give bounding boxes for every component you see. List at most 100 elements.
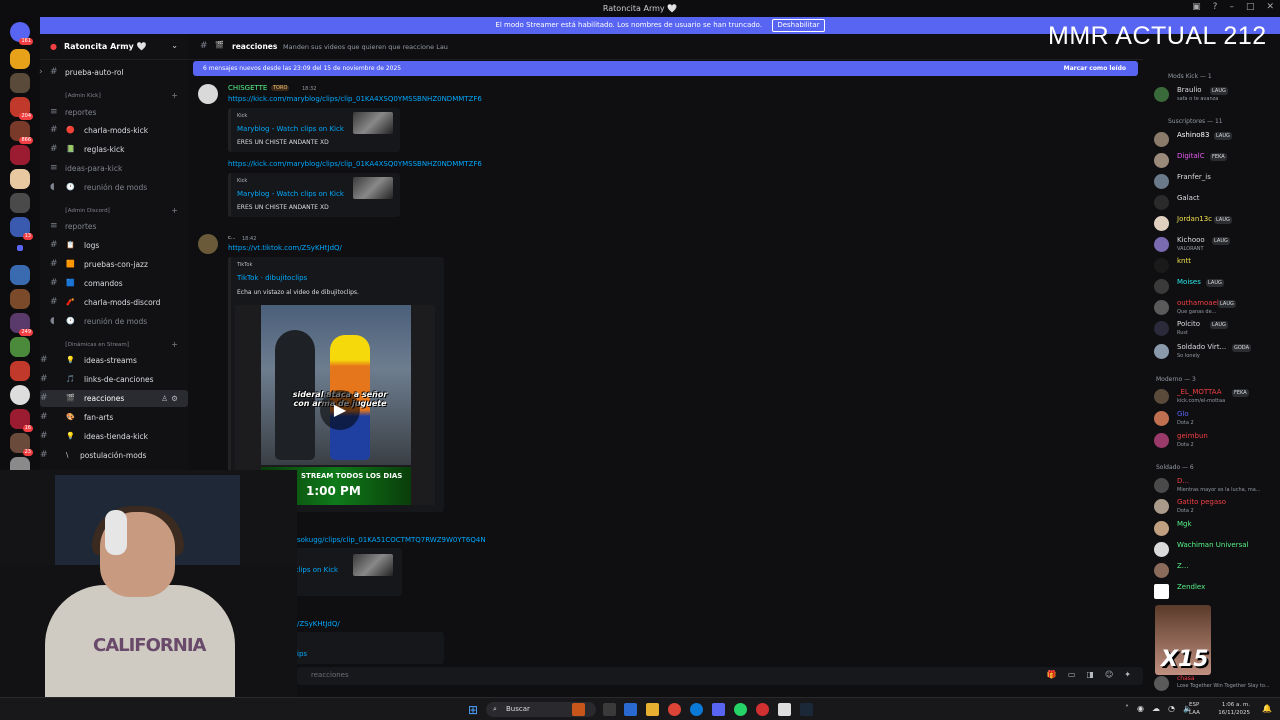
channel-postulacion-mods[interactable]: # \ postulación-mods — [40, 447, 188, 464]
member[interactable]: Mgk — [1154, 519, 1278, 539]
channel-reportes[interactable]: ≡ reportes — [40, 104, 188, 121]
copilot-icon[interactable] — [624, 703, 637, 716]
member[interactable]: D... Mientras mayor es la lucha, ma... — [1154, 476, 1278, 496]
channel-links-de-canciones[interactable]: # 🎵 links-de-canciones — [40, 371, 188, 388]
chrome-icon[interactable] — [668, 703, 681, 716]
add-channel-icon[interactable]: + — [171, 90, 178, 102]
server-icon[interactable] — [10, 361, 30, 381]
taskbar-app-icon[interactable] — [572, 703, 585, 716]
close-icon[interactable]: ✕ — [1266, 2, 1274, 12]
task-view-icon[interactable] — [603, 703, 616, 716]
whatsapp-icon[interactable] — [734, 703, 747, 716]
help-icon[interactable]: ? — [1213, 2, 1218, 12]
channel-charla-mods-discord[interactable]: # 🧨 charla-mods-discord — [40, 294, 188, 311]
category-dinamicas[interactable]: ⟦Dinámicas en Stream⟧ + — [40, 339, 188, 351]
server-icon[interactable]: 866 — [10, 121, 33, 144]
embed-title[interactable]: ips — [297, 650, 307, 658]
obs-icon[interactable] — [756, 703, 769, 716]
avatar[interactable] — [198, 234, 218, 254]
embed-thumbnail[interactable] — [353, 554, 393, 576]
member[interactable]: Moises LAUG — [1154, 277, 1278, 297]
maximize-icon[interactable]: □ — [1246, 2, 1255, 12]
channel-reglas-kick[interactable]: # 📗 reglas-kick — [40, 141, 188, 158]
message-link[interactable]: https://kick.com/maryblog/clips/clip_01K… — [228, 160, 482, 168]
server-icon[interactable] — [10, 265, 30, 285]
steam-icon[interactable] — [800, 703, 813, 716]
server-icon[interactable]: 249 — [10, 313, 33, 336]
server-icon[interactable]: 16 — [10, 409, 33, 432]
embed-thumbnail[interactable] — [353, 177, 393, 199]
server-icon[interactable] — [10, 49, 30, 69]
member[interactable]: Z... — [1154, 561, 1278, 581]
server-icon[interactable] — [10, 385, 30, 405]
server-icon[interactable] — [10, 193, 30, 213]
channel-ideas-para-kick[interactable]: ≡ ideas-para-kick — [40, 160, 188, 177]
channel-pruebas-con-jazz[interactable]: # 🟧 pruebas-con-jazz — [40, 256, 188, 273]
apps-icon[interactable]: ✦ — [1124, 670, 1131, 679]
sticker-icon[interactable]: ◨ — [1086, 670, 1094, 679]
server-icon[interactable] — [10, 73, 30, 93]
network-icon[interactable]: ◉ — [1137, 704, 1144, 713]
cloud-icon[interactable]: ☁ — [1152, 704, 1160, 713]
member[interactable]: chasa Lose Together Win Together Slay to.… — [1154, 674, 1278, 694]
embed-title[interactable]: Maryblog - Watch clips on Kick — [237, 190, 344, 198]
channel-fan-arts[interactable]: # 🎨 fan-arts — [40, 409, 188, 426]
play-icon[interactable]: ▶ — [320, 390, 360, 430]
member[interactable]: Ashino83 LAUG — [1154, 130, 1278, 150]
member[interactable]: Soldado Virt... GODA So lonely — [1154, 342, 1278, 362]
member[interactable]: Zendlex — [1154, 582, 1278, 602]
discord-home-icon[interactable]: 161 — [10, 22, 33, 45]
clock[interactable]: 1:06 a. m. 16/11/2025 — [1218, 701, 1250, 717]
category-admin-kick[interactable]: ⟦Admin Kick⟧ + — [40, 90, 188, 102]
wifi-icon[interactable]: ◔ — [1168, 704, 1175, 713]
member[interactable]: outhamoael LAUG Que ganas de... — [1154, 298, 1278, 318]
channel-reacciones[interactable]: # 🎬 reacciones ⚙ ♙ — [40, 390, 188, 407]
channel-reunion-de-mods-2[interactable]: ◖ 🕐 reunión de mods — [40, 313, 188, 330]
edge-icon[interactable] — [690, 703, 703, 716]
server-icon[interactable] — [10, 337, 30, 357]
channel-reportes-discord[interactable]: ≡ reportes — [40, 218, 188, 235]
message-link[interactable]: https://vt.tiktok.com/ZSyKHtJdQ/ — [228, 244, 342, 252]
username[interactable]: CHISGETTE — [228, 84, 267, 92]
member[interactable]: DigitalC FEKA — [1154, 151, 1278, 171]
member[interactable]: Galact — [1154, 193, 1278, 213]
category-admin-discord[interactable]: ⟦Admin Discord⟧ + — [40, 205, 188, 217]
channel-prueba-auto-rol[interactable]: › # prueba-auto-rol — [39, 64, 188, 81]
member[interactable]: Polcito LAUG Rust — [1154, 319, 1278, 339]
channel-charla-mods-kick[interactable]: # 🔴 charla-mods-kick — [40, 122, 188, 139]
server-icon[interactable]: 13 — [10, 217, 33, 240]
server-icon[interactable] — [10, 145, 30, 165]
message-link[interactable]: /ZSyKHtJdQ/ — [297, 620, 340, 628]
username[interactable]: c... — [228, 235, 236, 241]
server-icon[interactable]: 23 — [10, 433, 33, 456]
embed-title[interactable]: TikTok · dibujitoclips — [237, 274, 307, 282]
embed-thumbnail[interactable] — [353, 112, 393, 134]
minimize-icon[interactable]: – — [1229, 2, 1234, 12]
gif-icon[interactable]: ▭ — [1068, 670, 1076, 679]
gift-icon[interactable]: 🎁 — [1047, 670, 1057, 679]
add-channel-icon[interactable]: + — [171, 205, 178, 217]
embed-title[interactable]: Maryblog - Watch clips on Kick — [237, 125, 344, 133]
settings-icon[interactable]: ⚙ — [171, 390, 178, 407]
message-link[interactable]: sokugg/clips/clip_01KA51COCTMTQ7RWZ9W0YT… — [297, 536, 486, 544]
mark-as-read-button[interactable]: Marcar como leído — [1064, 61, 1126, 76]
member[interactable]: Kichooo LAUG VALORANT — [1154, 235, 1278, 255]
member[interactable]: kntt — [1154, 256, 1278, 276]
message-input[interactable]: reacciones 🎁 ▭ ◨ ☺ ✦ — [297, 667, 1143, 685]
member[interactable]: geimbun Dota 2 — [1154, 431, 1278, 451]
folder-icon[interactable] — [17, 245, 23, 251]
server-icon[interactable] — [10, 289, 30, 309]
message-link[interactable]: https://kick.com/maryblog/clips/clip_01K… — [228, 95, 482, 103]
member[interactable]: Franfer_is — [1154, 172, 1278, 192]
member[interactable]: Gatito pegaso Dota 2 — [1154, 497, 1278, 517]
server-icon[interactable] — [10, 169, 30, 189]
file-explorer-icon[interactable] — [646, 703, 659, 716]
member[interactable]: Wachiman Universal — [1154, 540, 1278, 560]
chevron-up-icon[interactable]: ˄ — [1125, 704, 1129, 713]
notifications-icon[interactable]: 🔔 — [1262, 704, 1272, 713]
windows-start-icon[interactable]: ⊞ — [468, 703, 478, 717]
invite-icon[interactable]: ♙ — [161, 390, 168, 407]
member[interactable]: Braulio LAUG safa o te avanza — [1154, 85, 1278, 105]
server-icon[interactable]: 204 — [10, 97, 33, 120]
discord-icon[interactable] — [712, 703, 725, 716]
